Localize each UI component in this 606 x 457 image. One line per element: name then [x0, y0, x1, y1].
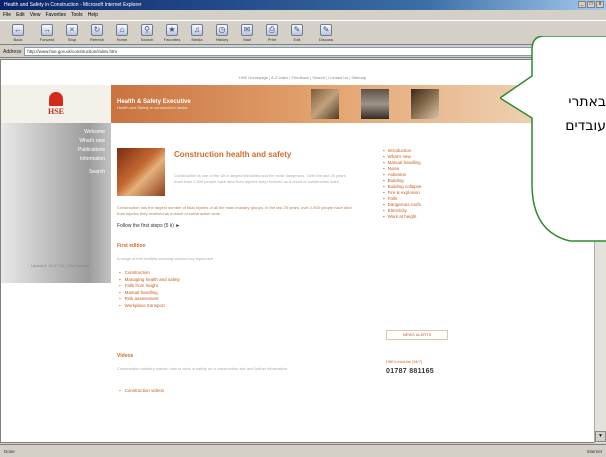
list-item[interactable]: Construction videos [119, 388, 165, 395]
nav-item-publications[interactable]: Publications [78, 147, 105, 153]
refresh-icon: ↻ [91, 24, 103, 36]
banner-photo-worker [311, 89, 339, 119]
search-icon: ⚲ [141, 24, 153, 36]
nav-item-whats-new[interactable]: What's new [79, 138, 105, 144]
back-button[interactable]: ← Back [3, 24, 33, 42]
hse-logo[interactable]: HSE [1, 85, 111, 123]
nav-item-search[interactable]: Search [89, 169, 105, 175]
mail-icon: ✉ [241, 24, 253, 36]
section-text-first-edition: A range of free leaflets covering variou… [117, 256, 218, 261]
speech-callout: באתרי עובדים [500, 36, 606, 244]
edit-icon: ✎ [291, 24, 303, 36]
edit-button[interactable]: ✎ Edit [286, 24, 308, 42]
left-nav: Welcome What's new Publications Informat… [1, 123, 111, 283]
intro-text: Construction is one of the UK's largest … [174, 173, 346, 184]
forward-arrow-icon: → [41, 24, 53, 36]
close-button[interactable]: x [596, 1, 604, 8]
infoline-number: 01787 881165 [386, 368, 434, 375]
menu-favorites[interactable]: Favorites [45, 12, 66, 18]
first-edition-list: Construction Managing health and safety … [119, 270, 180, 309]
print-button[interactable]: ⎙ Print [261, 24, 283, 42]
minimize-button[interactable]: _ [578, 1, 586, 8]
maximize-button[interactable]: □ [587, 1, 595, 8]
menu-bar: File Edit View Favorites Tools Help [0, 10, 606, 20]
page-title: Construction health and safety [174, 150, 292, 159]
favorites-icon: ★ [166, 24, 178, 36]
favorites-button[interactable]: ★ Favorites [161, 24, 183, 42]
window-title: Health and Safety in Construction - Micr… [4, 2, 142, 8]
banner-photo-site [411, 89, 439, 119]
construction-photo [117, 148, 165, 196]
forward-button[interactable]: → Forward [36, 24, 58, 42]
callout-shape [500, 36, 606, 242]
media-button[interactable]: ♫ Media [186, 24, 208, 42]
nav-note: Updated: 03.07.03 | Site Contact [31, 263, 89, 268]
mail-button[interactable]: ✉ Mail [236, 24, 258, 42]
media-icon: ♫ [191, 24, 203, 36]
stop-icon: × [66, 24, 78, 36]
list-item[interactable]: Workplace transport [119, 303, 180, 310]
stop-button[interactable]: × Stop [61, 24, 83, 42]
site-top-links[interactable]: HSE Homepage | A-Z Index | Feedback | Se… [239, 75, 366, 80]
banner-title: Health & Safety Executive [117, 98, 191, 105]
window-titlebar: Health and Safety in Construction - Micr… [0, 0, 606, 10]
print-icon: ⎙ [266, 24, 278, 36]
topic-link[interactable]: Work at height [383, 214, 463, 220]
window-controls: _ □ x [578, 1, 604, 8]
section-text-videos: Construction industry videos: how to wor… [117, 366, 289, 371]
hse-logo-mark [49, 92, 63, 106]
banner-subtitle: Health and Safety in construction sector [117, 104, 188, 110]
nav-item-welcome[interactable]: Welcome [84, 129, 105, 135]
discuss-button[interactable]: ✎ Discuss [311, 24, 341, 42]
menu-help[interactable]: Help [88, 12, 98, 18]
menu-tools[interactable]: Tools [71, 12, 83, 18]
callout-text-line1: באתרי [568, 94, 606, 110]
topic-links: Introduction What's new Manual handling … [383, 148, 463, 220]
back-arrow-icon: ← [12, 24, 24, 36]
menu-file[interactable]: File [3, 12, 11, 18]
status-bar: Done Internet [0, 444, 606, 457]
history-icon: ◷ [216, 24, 228, 36]
callout-text-line2: עובדים [565, 118, 606, 134]
scroll-down-icon[interactable]: ▼ [595, 431, 606, 442]
address-label: Address [3, 48, 22, 55]
menu-view[interactable]: View [30, 12, 41, 18]
section-heading-first-edition: First edition [117, 243, 146, 249]
home-button[interactable]: ⌂ Home [111, 24, 133, 42]
right-column: Introduction What's new Manual handling … [383, 148, 463, 375]
infoline-label: HSE's InfoLine (24/7) [386, 360, 422, 364]
history-button[interactable]: ◷ History [211, 24, 233, 42]
security-zone: Internet [586, 448, 602, 454]
banner-photo-window [361, 89, 389, 119]
news-alerts-button[interactable]: NEWS ALERTS [386, 330, 448, 340]
hse-logo-text: HSE [47, 107, 64, 116]
menu-edit[interactable]: Edit [16, 12, 25, 18]
search-button[interactable]: ⚲ Search [136, 24, 158, 42]
follow-link[interactable]: Follow the first steps (5 k) ► [117, 223, 180, 229]
body-paragraph: Construction has the largest number of f… [117, 205, 352, 216]
nav-item-information[interactable]: Information [80, 156, 105, 162]
discuss-icon: ✎ [320, 24, 332, 36]
home-icon: ⌂ [116, 24, 128, 36]
videos-list: Construction videos [119, 388, 165, 395]
status-text: Done [4, 448, 15, 454]
section-heading-videos: Videos [117, 353, 134, 359]
refresh-button[interactable]: ↻ Refresh [86, 24, 108, 42]
